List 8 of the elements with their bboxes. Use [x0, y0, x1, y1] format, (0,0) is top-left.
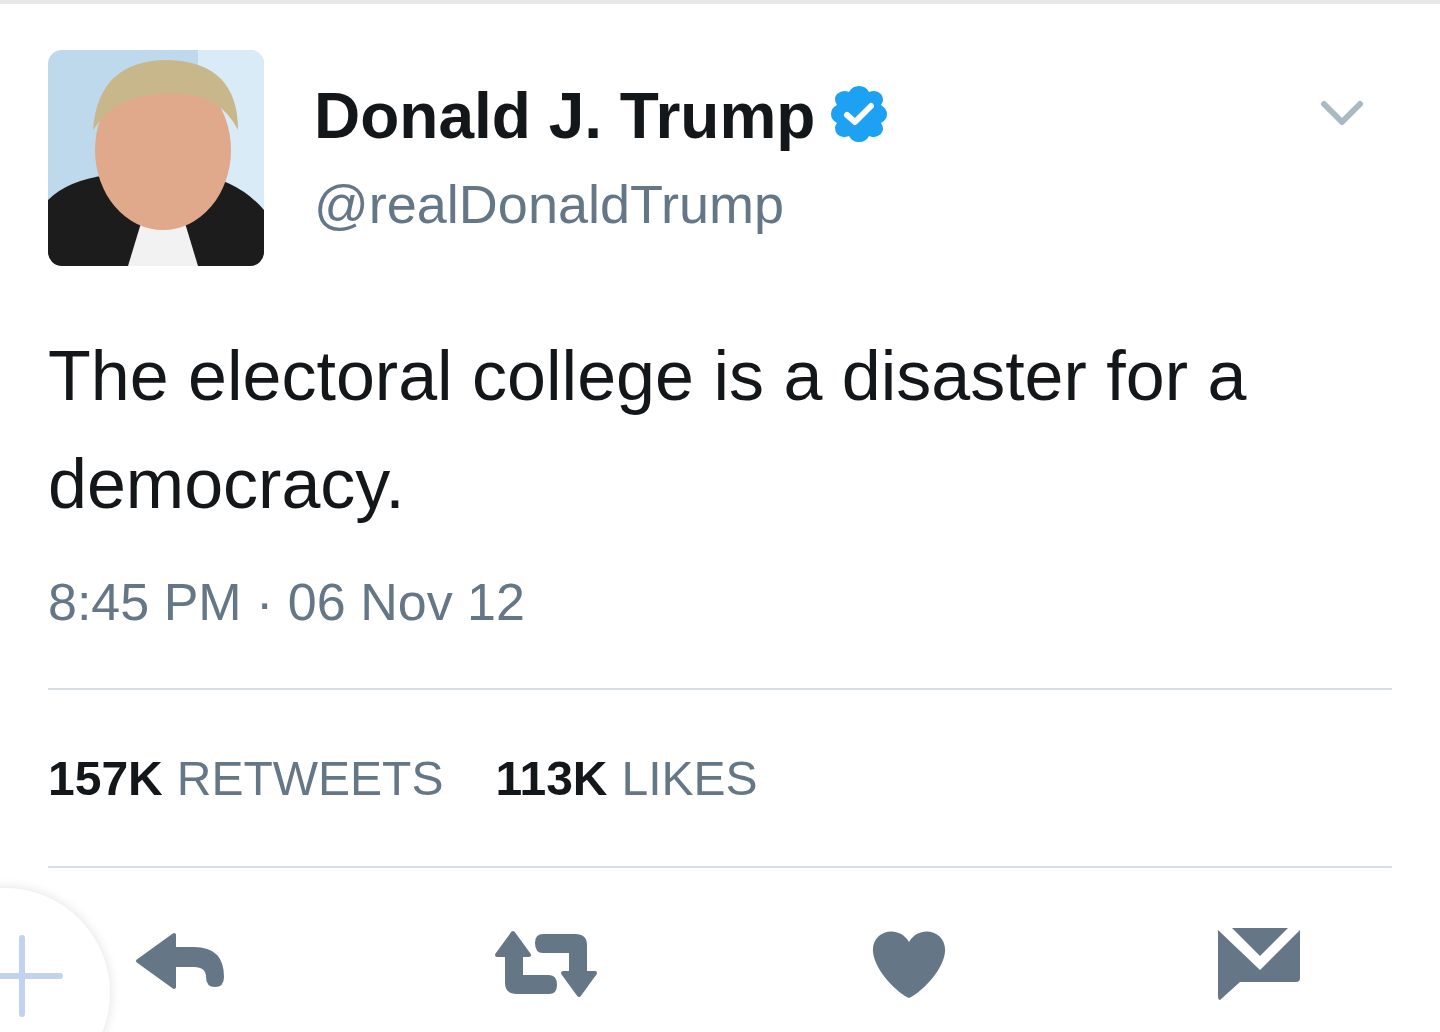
author-name: Donald J. Trump	[314, 80, 816, 152]
stat-count[interactable]: 157K RETWEETS	[48, 750, 444, 806]
plus-icon	[0, 934, 64, 1018]
tweet-text: The electoral college is a disaster for a democracy.	[48, 336, 1248, 525]
envelope-icon[interactable]	[1216, 926, 1302, 1002]
author-handle: @realDonaldTrump	[314, 173, 785, 236]
tweet-timestamp: 8:45 PM · 06 Nov 12	[48, 572, 526, 632]
stat-count[interactable]: 113K LIKES	[495, 750, 758, 806]
